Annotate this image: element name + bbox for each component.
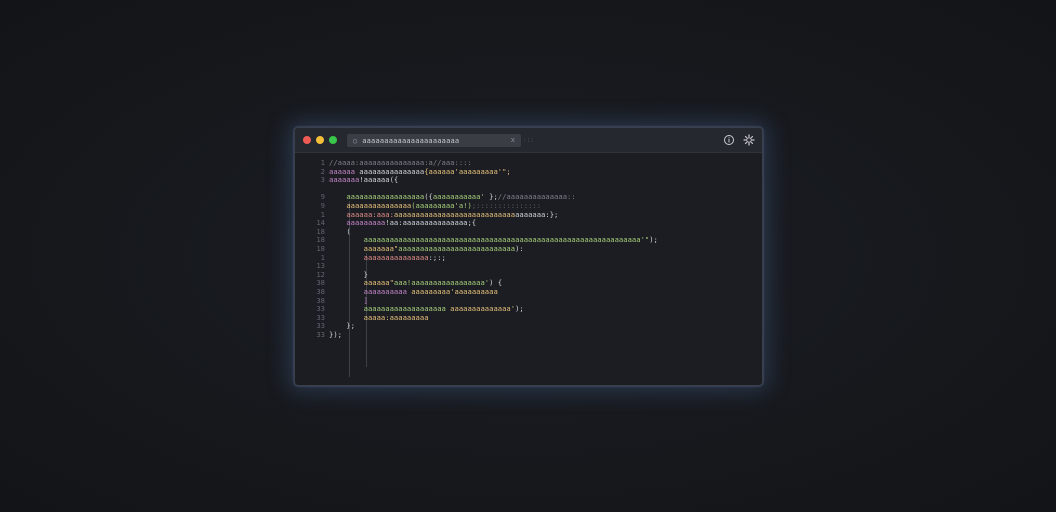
line-number: 33: [316, 329, 325, 339]
code-line: aaaaa:aaaaaaaaa: [329, 312, 749, 323]
address-extra: :::: [523, 137, 534, 144]
address-text: aaaaaaaaaaaaaaaaaaaaaa: [362, 136, 460, 145]
code-token: !aa:aaaaaaaaaaaaaaa;{: [385, 218, 477, 228]
code-area[interactable]: //aaaa:aaaaaaaaaaaaaaa:a//aaa:::: aaaaaa …: [329, 158, 749, 340]
code-token: {aaaaaa'aaaaaaaaa'";: [424, 166, 511, 176]
code-line: aaaaaaaaaaaaaaa:;:;: [329, 252, 749, 263]
code-token: ):: [515, 243, 524, 253]
lock-icon: ○: [353, 136, 358, 145]
code-editor[interactable]: 1 2 3 9 9 1 14 18 18 18 1 13 12 38 38 38 33 33 33 33 //aaaa…: [295, 153, 762, 385]
clear-address-icon[interactable]: x: [511, 136, 515, 144]
code-token: aaaaaaaaa'aaaaaaaaaa: [411, 286, 498, 296]
code-token: aaaaaaaaaa: [363, 286, 412, 296]
browser-window: ○ aaaaaaaaaaaaaaaaaaaaaa x ::: 1 2 3 9 9…: [294, 127, 763, 386]
code-token: aaaaaaa: [329, 175, 360, 185]
code-token: !aaaaaa({: [359, 175, 399, 185]
info-icon[interactable]: [723, 134, 735, 146]
code-line: aaaaaaaaaa aaaaaaaaa'aaaaaaaaaa: [329, 286, 749, 297]
code-line: };: [329, 321, 749, 331]
code-line: });: [329, 329, 749, 340]
gear-icon[interactable]: [743, 134, 755, 146]
line-number-gutter: 1 2 3 9 9 1 14 18 18 18 1 13 12 38 38 38 33 33 33 33: [305, 158, 325, 339]
code-token: aaaaa:aaaaaaaaa: [363, 312, 429, 322]
line-number: 3: [320, 175, 325, 185]
code-token: aaaaaaaaaaaaaa': [450, 304, 516, 314]
code-token: :};: [545, 209, 559, 219]
code-token: :;:;: [428, 252, 446, 262]
minimize-button[interactable]: [316, 136, 324, 144]
title-bar: ○ aaaaaaaaaaaaaaaaaaaaaa x :::: [295, 128, 762, 153]
code-token: });: [329, 329, 342, 339]
code-token: aaaaaaaaa: [346, 218, 386, 228]
close-button[interactable]: [303, 136, 311, 144]
code-line: aaaaaaaaa!aa:aaaaaaaaaaaaaaa;{: [329, 218, 749, 228]
code-token: );: [649, 235, 658, 245]
code-token: );: [515, 304, 524, 314]
code-token: aaaaaaaaaaaaaaa: [363, 252, 429, 262]
code-token: aaaaaaa: [515, 209, 546, 219]
address-bar[interactable]: ○ aaaaaaaaaaaaaaaaaaaaaa x: [347, 134, 521, 147]
code-line: aaaaaaa!aaaaaa({: [329, 175, 749, 185]
maximize-button[interactable]: [329, 136, 337, 144]
